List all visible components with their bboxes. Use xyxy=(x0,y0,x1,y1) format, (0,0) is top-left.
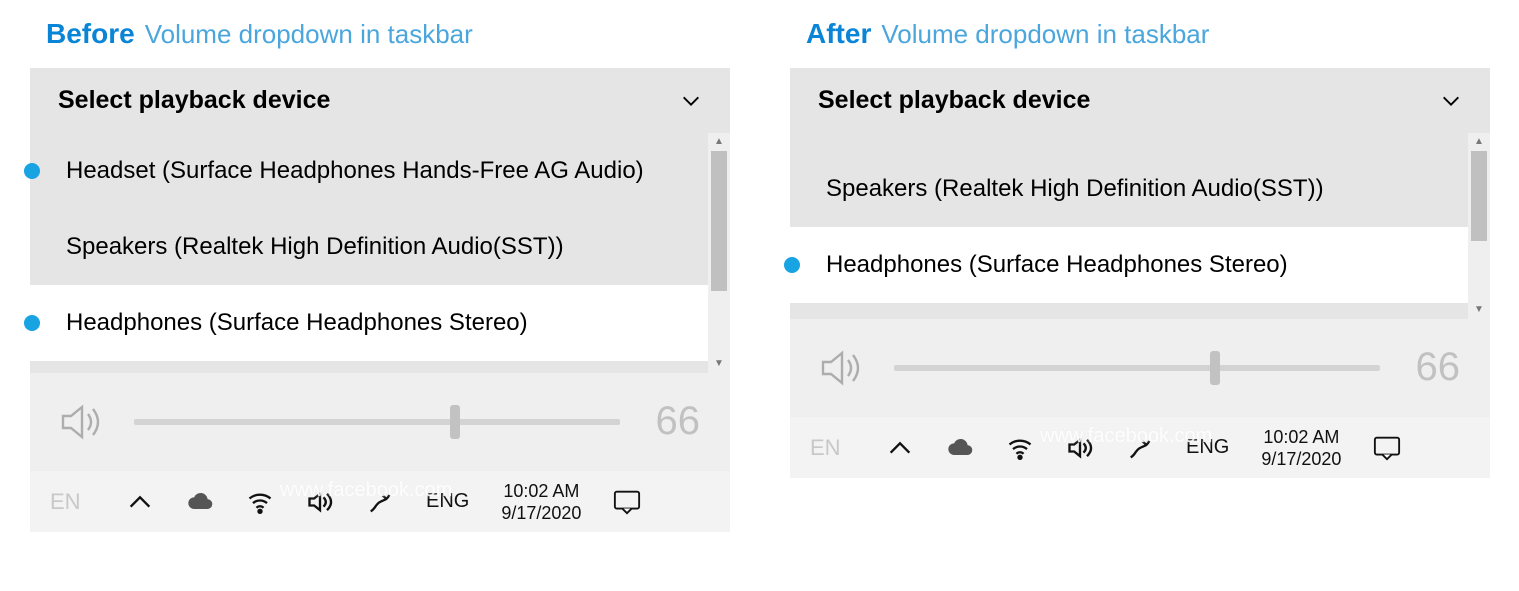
volume-row: 66 xyxy=(790,319,1490,416)
volume-slider[interactable] xyxy=(894,365,1380,371)
scroll-up-icon[interactable]: ▲ xyxy=(714,135,724,149)
bluetooth-dot-icon xyxy=(24,315,40,331)
bluetooth-dot-icon xyxy=(784,257,800,273)
clock[interactable]: 10:02 AM 9/17/2020 xyxy=(501,480,581,524)
device-name: Speakers (Realtek High Definition Audio(… xyxy=(826,175,1464,203)
device-item-selected[interactable]: Headphones (Surface Headphones Stereo) xyxy=(30,285,730,361)
volume-thumb[interactable] xyxy=(1210,351,1220,385)
scroll-down-icon[interactable]: ▼ xyxy=(714,357,724,371)
chevron-down-icon xyxy=(680,90,702,112)
show-hidden-icons-icon[interactable] xyxy=(886,434,914,462)
device-list-after: Speakers (Realtek High Definition Audio(… xyxy=(790,133,1490,319)
pen-icon[interactable] xyxy=(1126,434,1154,462)
volume-tray-icon[interactable] xyxy=(1066,434,1094,462)
device-name: Headset (Surface Headphones Hands-Free A… xyxy=(66,157,704,185)
clock-time: 10:02 AM xyxy=(501,480,581,502)
volume-flyout-before: Select playback device Headset (Surface … xyxy=(30,68,730,532)
language-indicator[interactable]: ENG xyxy=(1186,436,1229,459)
before-panel: Before Volume dropdown in taskbar Select… xyxy=(30,18,750,532)
pen-icon[interactable] xyxy=(366,488,394,516)
device-item-selected[interactable]: Headphones (Surface Headphones Stereo) xyxy=(790,227,1490,303)
select-playback-header[interactable]: Select playback device xyxy=(30,68,730,133)
taskbar-before: EN www.facebook.com xyxy=(30,470,730,532)
clock[interactable]: 10:02 AM 9/17/2020 xyxy=(1261,426,1341,470)
clock-date: 9/17/2020 xyxy=(501,502,581,524)
speaker-icon xyxy=(60,402,110,442)
notifications-icon[interactable] xyxy=(613,488,641,516)
volume-slider[interactable] xyxy=(134,419,620,425)
scroll-down-icon[interactable]: ▼ xyxy=(1474,303,1484,317)
bluetooth-dot-icon xyxy=(24,163,40,179)
show-hidden-icons-icon[interactable] xyxy=(126,488,154,516)
volume-tray-icon[interactable] xyxy=(306,488,334,516)
tray-icons: ENG 10:02 AM 9/17/2020 xyxy=(886,426,1470,470)
device-name: Headphones (Surface Headphones Stereo) xyxy=(826,251,1464,279)
notifications-icon[interactable] xyxy=(1373,434,1401,462)
after-subtitle: Volume dropdown in taskbar xyxy=(881,19,1209,50)
taskbar-after: EN www.facebook.com xyxy=(790,416,1490,478)
before-title: Before xyxy=(46,18,135,50)
volume-row: 66 xyxy=(30,373,730,470)
speaker-icon xyxy=(820,348,870,388)
volume-thumb[interactable] xyxy=(450,405,460,439)
after-title-row: After Volume dropdown in taskbar xyxy=(806,18,1510,50)
device-list-before: Headset (Surface Headphones Hands-Free A… xyxy=(30,133,730,373)
after-panel: After Volume dropdown in taskbar Select … xyxy=(790,18,1510,478)
chevron-down-icon xyxy=(1440,90,1462,112)
cloud-icon[interactable] xyxy=(946,434,974,462)
device-name: Headphones (Surface Headphones Stereo) xyxy=(66,309,704,337)
device-name: Speakers (Realtek High Definition Audio(… xyxy=(66,233,704,261)
language-indicator-secondary[interactable]: EN xyxy=(50,489,96,515)
language-indicator-secondary[interactable]: EN xyxy=(810,435,856,461)
clock-time: 10:02 AM xyxy=(1261,426,1341,448)
scroll-up-icon[interactable]: ▲ xyxy=(1474,135,1484,149)
select-playback-label: Select playback device xyxy=(58,86,330,115)
device-item[interactable]: Speakers (Realtek High Definition Audio(… xyxy=(790,133,1490,227)
device-item[interactable]: Speakers (Realtek High Definition Audio(… xyxy=(30,209,730,285)
scroll-thumb[interactable] xyxy=(711,151,727,291)
tray-icons: ENG 10:02 AM 9/17/2020 xyxy=(126,480,710,524)
select-playback-header[interactable]: Select playback device xyxy=(790,68,1490,133)
volume-flyout-after: Select playback device Speakers (Realtek… xyxy=(790,68,1490,478)
cloud-icon[interactable] xyxy=(186,488,214,516)
select-playback-label: Select playback device xyxy=(818,86,1090,115)
scrollbar[interactable]: ▲ ▼ xyxy=(1468,133,1490,319)
after-title: After xyxy=(806,18,871,50)
before-title-row: Before Volume dropdown in taskbar xyxy=(46,18,750,50)
before-subtitle: Volume dropdown in taskbar xyxy=(145,19,473,50)
scrollbar[interactable]: ▲ ▼ xyxy=(708,133,730,373)
wifi-icon[interactable] xyxy=(1006,434,1034,462)
language-indicator[interactable]: ENG xyxy=(426,490,469,513)
clock-date: 9/17/2020 xyxy=(1261,448,1341,470)
device-item[interactable]: Headset (Surface Headphones Hands-Free A… xyxy=(30,133,730,209)
scroll-thumb[interactable] xyxy=(1471,151,1487,241)
volume-value: 66 xyxy=(1404,345,1460,390)
wifi-icon[interactable] xyxy=(246,488,274,516)
volume-value: 66 xyxy=(644,399,700,444)
